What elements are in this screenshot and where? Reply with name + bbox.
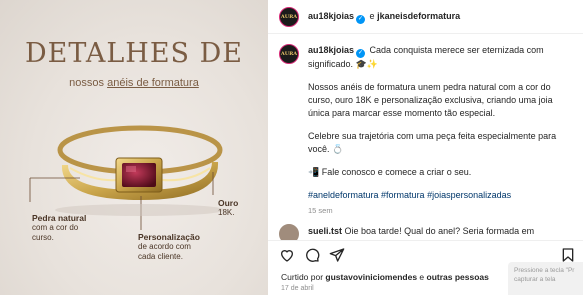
post-header: AURA au18kjoias ✓ e jkaneisdeformatura [268,0,583,34]
callout-personalization-text-2: cada cliente. [138,252,183,261]
like-heart-icon[interactable] [279,247,295,263]
header-collaborator[interactable]: jkaneisdeformatura [377,11,460,21]
image-subtitle: nossos anéis de formatura [0,77,268,89]
caption-avatar[interactable]: AURA [279,44,299,64]
post-caption: au18kjoias ✓ Cada conquista merece ser et… [308,44,576,217]
save-bookmark-icon[interactable] [560,247,576,263]
callout-stone-text-2: curso. [32,233,54,242]
caption-paragraph-2: Celebre sua trajetória com uma peça feit… [308,131,557,154]
header-line: au18kjoias ✓ e jkaneisdeformatura [308,11,460,24]
ring-illustration [29,125,225,230]
post-image: DETALHES DE nossos anéis de formatura Pe… [0,0,268,295]
liked-by: Curtido por gustavoviniciomendes e outra… [281,272,489,282]
image-subtitle-link: anéis de formatura [107,77,199,89]
post-panel: AURA au18kjoias ✓ e jkaneisdeformatura AU… [268,0,583,295]
image-subtitle-prefix: nossos [69,77,108,89]
screenshot-toast: Pressione a tecla "Pr capturar a tela [508,262,583,295]
post-date: 17 de abril [281,285,314,292]
image-title: DETALHES DE [24,38,243,69]
callout-gold-title: Ouro [218,198,239,208]
caption-time: 15 sem [308,206,333,215]
callout-stone-title: Pedra natural [32,213,87,223]
toast-line-2: capturar a tela [514,276,556,283]
liked-prefix: Curtido por [281,272,326,282]
callout-gold-text-1: 18K. [218,208,235,217]
comment-username[interactable]: sueli.tst [308,226,342,236]
comment: sueli.tst Oie boa tarde! Qual do anel? S… [308,226,573,236]
caption-intro-line: au18kjoias ✓ Cada conquista merece ser et… [308,44,576,71]
liked-others[interactable]: outras pessoas [427,272,489,282]
callout-stone-text-1: com a cor do [32,223,79,232]
callout-personalization: Personalização de acordo com cada client… [138,232,200,262]
share-paper-plane-icon[interactable] [329,247,345,263]
caption-hashtags[interactable]: #aneldeformatura #formatura #joiasperson… [308,189,576,202]
toast-line-1: Pressione a tecla "Pr [514,267,575,274]
callout-personalization-text-1: de acordo com [138,242,191,251]
comment-bubble-icon[interactable] [304,247,320,263]
header-separator: e [369,11,375,21]
callout-gold: Ouro 18K. [218,198,238,218]
callout-personalization-title: Personalização [138,232,200,242]
liked-suffix: e [417,272,427,282]
header-username[interactable]: au18kjoias [308,11,354,21]
caption-paragraph-1: Nossos anéis de formatura unem pedra nat… [308,82,553,118]
verified-icon: ✓ [356,15,366,24]
header-avatar[interactable]: AURA [279,7,299,27]
comment-text: Oie boa tarde! Qual do anel? Seria forma… [344,226,535,236]
callout-stone: Pedra natural com a cor do curso. [32,213,86,243]
caption-username[interactable]: au18kjoias [308,45,354,55]
liked-user[interactable]: gustavoviniciomendes [325,272,417,282]
verified-icon: ✓ [356,49,366,58]
caption-paragraph-3: 📲 Fale conosco e comece a criar o seu. [308,167,472,177]
